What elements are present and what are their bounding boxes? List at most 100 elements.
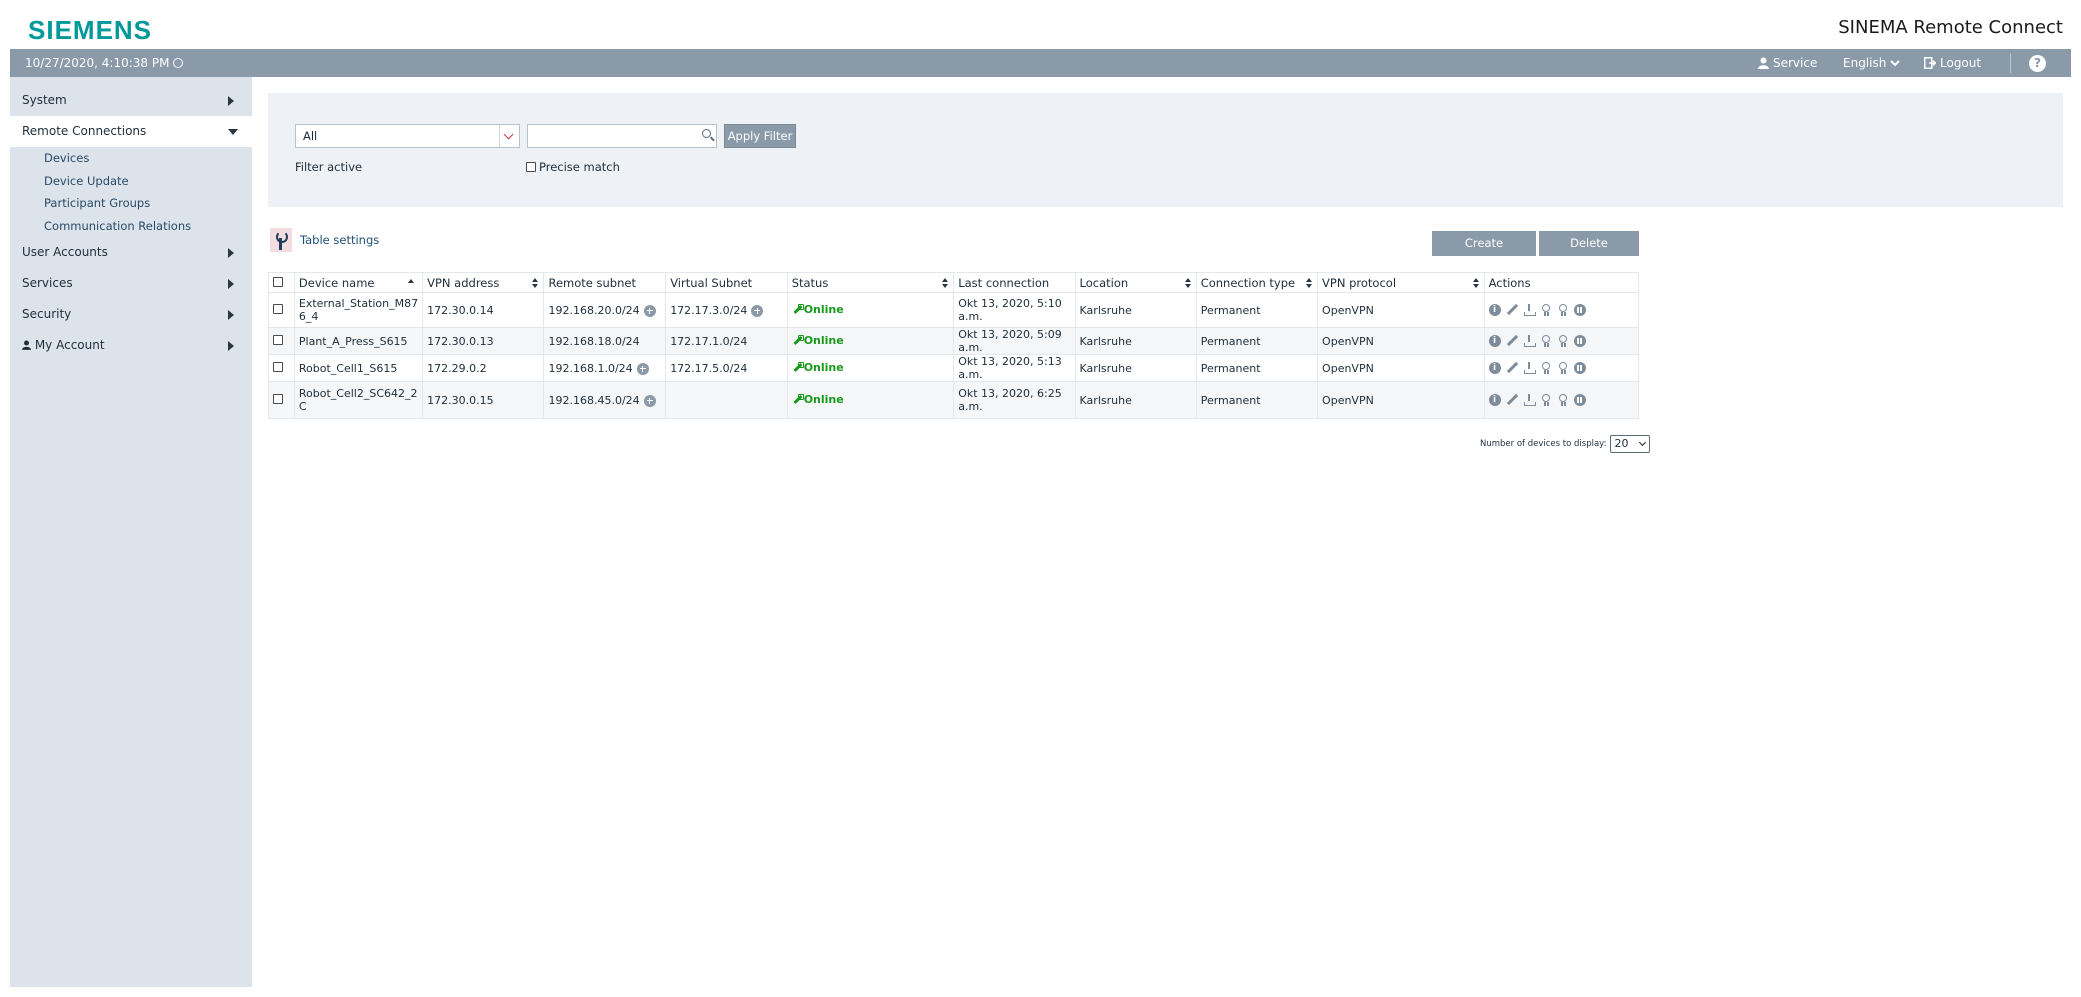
table-row: Robot_Cell1_S615 172.29.0.2 192.168.1.0/… — [268, 354, 1640, 382]
dropdown-toggle[interactable] — [499, 125, 519, 147]
row-actions — [1488, 304, 1634, 316]
precise-match-checkbox[interactable] — [526, 162, 536, 172]
apply-filter-button[interactable]: Apply Filter — [724, 124, 796, 148]
sidebar-subitem-device-update[interactable]: Device Update — [10, 170, 252, 193]
sidebar-item-remote-connections[interactable]: Remote Connections — [10, 116, 252, 147]
edit-icon[interactable] — [1506, 362, 1518, 374]
service-link[interactable]: Service — [1758, 56, 1817, 70]
row-checkbox[interactable] — [273, 361, 283, 372]
virtual-subnet-cell — [665, 381, 788, 419]
sidebar-item-label: Remote Connections — [22, 124, 147, 138]
column-header-connection-type[interactable]: Connection type — [1195, 272, 1319, 293]
row-actions — [1488, 394, 1634, 406]
certificate-icon[interactable] — [1540, 335, 1552, 347]
logout-link[interactable]: Logout — [1924, 56, 1981, 70]
language-label: English — [1843, 56, 1887, 70]
filter-search-box — [527, 124, 717, 148]
sidebar-subitem-participant-groups[interactable]: Participant Groups — [10, 192, 252, 215]
devices-table: Device name VPN address Remote subnet Vi… — [268, 272, 1640, 419]
expand-plus-icon[interactable] — [636, 362, 649, 375]
help-button[interactable]: ? — [2029, 55, 2046, 72]
sidebar-item-services[interactable]: Services — [10, 268, 252, 299]
sidebar: System Remote Connections Devices Device… — [10, 77, 252, 987]
chevron-down-icon — [503, 129, 514, 140]
info-icon[interactable] — [1488, 394, 1501, 406]
pause-icon[interactable] — [1573, 335, 1586, 347]
filter-column-select[interactable]: All — [295, 124, 520, 148]
device-name-cell: External_Station_M87 6_4 — [293, 292, 424, 328]
device-name-cell: Robot_Cell2_SC642_2 C — [293, 381, 424, 419]
certificate-icon[interactable] — [1540, 394, 1552, 406]
row-checkbox[interactable] — [273, 393, 283, 404]
sidebar-subitem-communication-relations[interactable]: Communication Relations — [10, 215, 252, 238]
caret-right-icon — [228, 341, 234, 351]
info-icon[interactable] — [1488, 335, 1501, 347]
connection-type-cell: Permanent — [1195, 381, 1319, 419]
precise-match-option[interactable]: Precise match — [526, 160, 620, 174]
sort-asc-icon — [408, 279, 415, 283]
filter-search-input[interactable] — [528, 125, 688, 147]
download-icon[interactable] — [1523, 335, 1536, 347]
column-header-virtual-subnet: Virtual Subnet — [665, 272, 788, 293]
table-settings-link[interactable]: Table settings — [270, 228, 379, 252]
info-icon[interactable] — [1488, 304, 1501, 316]
location-cell: Karlsruhe — [1074, 292, 1197, 328]
expand-plus-icon[interactable] — [643, 394, 656, 407]
logout-label: Logout — [1940, 56, 1982, 70]
row-actions — [1488, 362, 1634, 374]
pause-icon[interactable] — [1573, 394, 1586, 406]
info-icon[interactable] — [1488, 362, 1501, 374]
column-header-device-name[interactable]: Device name — [293, 272, 424, 293]
download-icon[interactable] — [1523, 394, 1536, 406]
certificate-alt-icon[interactable] — [1557, 394, 1569, 406]
sidebar-item-system[interactable]: System — [10, 85, 252, 116]
logout-icon — [1924, 57, 1936, 69]
row-checkbox[interactable] — [273, 334, 283, 345]
select-all-checkbox[interactable] — [273, 276, 283, 287]
certificate-alt-icon[interactable] — [1557, 304, 1569, 316]
top-header: SIEMENS SINEMA Remote Connect — [0, 0, 2081, 49]
expand-plus-icon[interactable] — [643, 304, 656, 317]
plug-icon — [792, 334, 804, 346]
search-icon[interactable] — [702, 129, 711, 138]
table-header-row: Device name VPN address Remote subnet Vi… — [268, 272, 1640, 293]
language-dropdown[interactable]: English — [1843, 56, 1901, 70]
filter-active-label: Filter active — [295, 160, 363, 174]
sidebar-item-security[interactable]: Security — [10, 299, 252, 330]
edit-icon[interactable] — [1506, 335, 1518, 347]
edit-icon[interactable] — [1506, 394, 1518, 406]
sidebar-item-my-account[interactable]: My Account — [10, 330, 252, 361]
certificate-icon[interactable] — [1540, 304, 1552, 316]
delete-button[interactable]: Delete — [1539, 231, 1639, 256]
pause-icon[interactable] — [1573, 362, 1586, 374]
column-header-vpn-address[interactable]: VPN address — [422, 272, 545, 293]
download-icon[interactable] — [1523, 304, 1536, 316]
certificate-alt-icon[interactable] — [1557, 335, 1569, 347]
status-badge: Online — [792, 393, 844, 406]
download-icon[interactable] — [1523, 362, 1536, 374]
column-header-status[interactable]: Status — [786, 272, 955, 293]
last-connection-cell: Okt 13, 2020, 5:10 a.m. — [953, 292, 1076, 328]
vpn-protocol-cell: OpenVPN — [1317, 381, 1485, 419]
certificate-icon[interactable] — [1540, 362, 1552, 374]
expand-plus-icon[interactable] — [751, 304, 764, 317]
sidebar-subitem-devices[interactable]: Devices — [10, 147, 252, 170]
pause-icon[interactable] — [1573, 304, 1586, 316]
datetime-text: 10/27/2020, 4:10:38 PM — [25, 56, 170, 70]
connection-type-cell: Permanent — [1195, 354, 1319, 382]
row-checkbox[interactable] — [273, 303, 283, 314]
row-actions — [1488, 335, 1634, 347]
column-header-location[interactable]: Location — [1074, 272, 1197, 293]
per-page-select[interactable]: 20 — [1610, 435, 1651, 453]
device-name-cell: Robot_Cell1_S615 — [293, 354, 424, 382]
certificate-alt-icon[interactable] — [1557, 362, 1569, 374]
remote-subnet-cell: 192.168.20.0/24 — [548, 303, 640, 317]
table-settings-label: Table settings — [300, 233, 380, 247]
plug-icon — [792, 393, 804, 405]
product-title: SINEMA Remote Connect — [1838, 17, 2063, 38]
create-button[interactable]: Create — [1432, 231, 1536, 256]
column-header-vpn-protocol[interactable]: VPN protocol — [1317, 272, 1485, 293]
sidebar-item-user-accounts[interactable]: User Accounts — [10, 237, 252, 268]
vpn-protocol-cell: OpenVPN — [1317, 327, 1485, 355]
edit-icon[interactable] — [1506, 304, 1518, 316]
